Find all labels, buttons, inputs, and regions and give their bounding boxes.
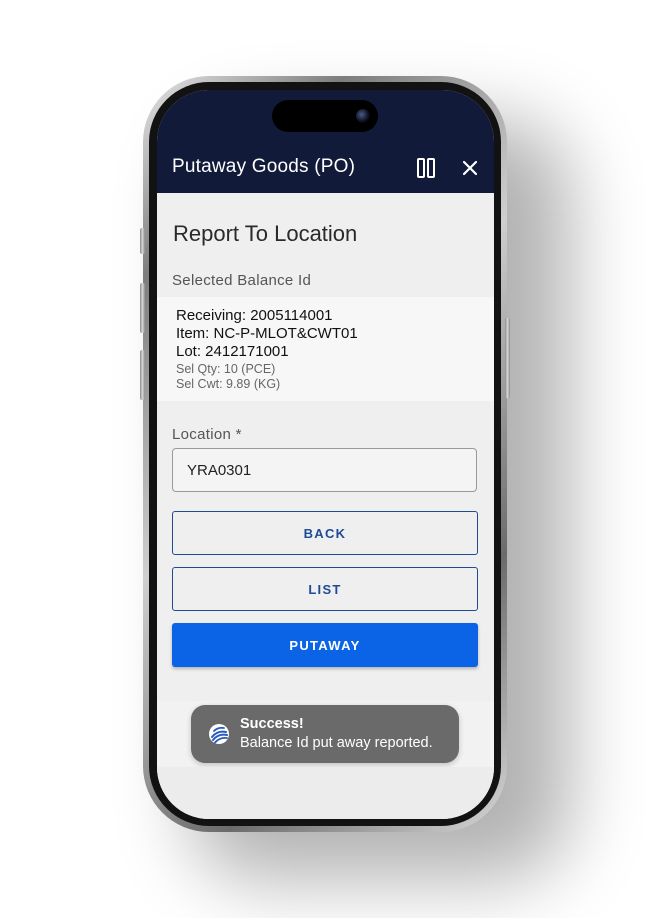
sel-qty-text: Sel Qty: 10 (PCE)	[176, 362, 276, 376]
toast-title: Success!	[240, 716, 304, 732]
pause-icon[interactable]	[415, 158, 437, 178]
stage: Putaway Goods (PO) Report To Location Se…	[0, 0, 646, 918]
volume-down-button	[140, 350, 145, 400]
receiving-text: Receiving: 2005114001	[176, 307, 333, 324]
back-button[interactable]: BACK	[172, 511, 478, 555]
close-icon[interactable]	[459, 157, 481, 179]
balance-heading: Selected Balance Id	[172, 272, 312, 289]
toast-message: Balance Id put away reported.	[240, 735, 433, 751]
main-content: Report To Location Selected Balance Id R…	[157, 193, 494, 819]
app-title: Putaway Goods (PO)	[172, 156, 356, 177]
sel-cwt-text: Sel Cwt: 9.89 (KG)	[176, 377, 281, 391]
list-button[interactable]: LIST	[172, 567, 478, 611]
putaway-button[interactable]: PUTAWAY	[172, 623, 478, 667]
app-logo-icon	[209, 724, 229, 744]
bottom-band	[157, 767, 494, 819]
camera-icon	[356, 109, 370, 123]
item-text: Item: NC-P-MLOT&CWT01	[176, 325, 358, 342]
lot-text: Lot: 2412171001	[176, 343, 289, 360]
success-toast: Success! Balance Id put away reported.	[191, 705, 459, 763]
balance-card: Receiving: 2005114001 Item: NC-P-MLOT&CW…	[157, 297, 494, 401]
page-title: Report To Location	[173, 221, 358, 246]
volume-up-button	[140, 283, 145, 333]
action-button	[140, 228, 145, 254]
app-bar: Putaway Goods (PO)	[157, 90, 494, 193]
phone-screen: Putaway Goods (PO) Report To Location Se…	[157, 90, 494, 819]
location-label: Location *	[172, 426, 242, 443]
dynamic-island	[272, 100, 378, 132]
location-input[interactable]	[172, 448, 477, 492]
power-button	[505, 318, 510, 398]
